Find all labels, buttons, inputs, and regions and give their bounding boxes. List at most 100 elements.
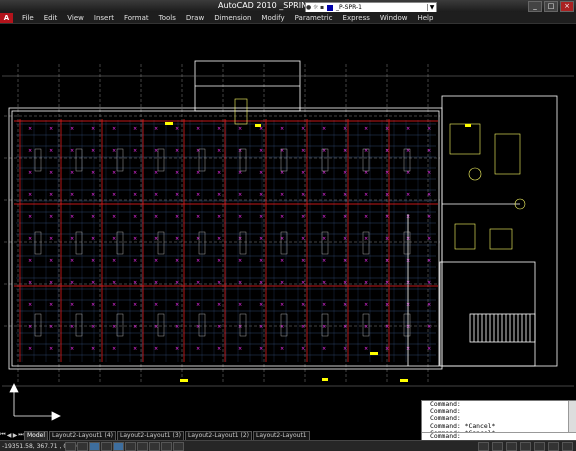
tab-layout-2[interactable]: Layout2-Layout1 (2): [185, 430, 253, 440]
dyn-toggle[interactable]: [149, 441, 160, 451]
svg-text:×: ×: [133, 236, 137, 242]
lock-icon[interactable]: ▪: [320, 4, 326, 11]
annotation-scale-button[interactable]: [534, 441, 545, 451]
menu-window[interactable]: Window: [375, 14, 413, 22]
snap-toggle[interactable]: [65, 441, 76, 451]
svg-text:×: ×: [196, 324, 200, 330]
svg-text:×: ×: [343, 302, 347, 308]
otrack-toggle[interactable]: [125, 441, 136, 451]
svg-text:×: ×: [154, 126, 158, 132]
svg-text:×: ×: [70, 236, 74, 242]
coordinate-readout[interactable]: -19351.58, 367.71 , 0.00: [0, 443, 77, 450]
svg-text:×: ×: [427, 148, 431, 154]
svg-text:×: ×: [364, 302, 368, 308]
svg-text:×: ×: [112, 126, 116, 132]
model-space-button[interactable]: [478, 441, 489, 451]
svg-text:×: ×: [301, 302, 305, 308]
quick-view-layouts-button[interactable]: [492, 441, 503, 451]
tab-layout-4[interactable]: Layout2-Layout1 (4): [49, 430, 117, 440]
svg-text:×: ×: [343, 148, 347, 154]
autocad-logo-icon[interactable]: A: [0, 12, 13, 23]
svg-text:×: ×: [259, 192, 263, 198]
svg-text:×: ×: [301, 280, 305, 286]
layer-dropdown-arrow[interactable]: ▼: [427, 4, 436, 11]
column-grid-lines: [4, 64, 440, 384]
polar-toggle[interactable]: [101, 441, 112, 451]
sun-icon[interactable]: ☼: [313, 4, 319, 11]
workspace-gear-icon[interactable]: [548, 441, 559, 451]
svg-text:×: ×: [406, 192, 410, 198]
lightbulb-icon[interactable]: ●: [306, 4, 312, 11]
menu-help[interactable]: Help: [412, 14, 438, 22]
svg-text:×: ×: [112, 258, 116, 264]
svg-text:×: ×: [364, 126, 368, 132]
menu-express[interactable]: Express: [338, 14, 375, 22]
menu-draw[interactable]: Draw: [181, 14, 209, 22]
svg-text:×: ×: [364, 280, 368, 286]
svg-text:×: ×: [91, 258, 95, 264]
svg-text:×: ×: [133, 170, 137, 176]
drawing-canvas[interactable]: × × × × × × × × × × × × × × × × × × × × × × × × × × × × × × × × × × × × × × × ×…: [0, 24, 576, 429]
svg-text:×: ×: [112, 170, 116, 176]
svg-text:×: ×: [49, 192, 53, 198]
menu-parametric[interactable]: Parametric: [290, 14, 338, 22]
osnap-toggle[interactable]: [113, 441, 124, 451]
tab-layout-1[interactable]: Layout2-Layout1: [253, 430, 310, 440]
tab-model[interactable]: Model: [24, 430, 49, 440]
maximize-button[interactable]: □: [544, 1, 558, 12]
svg-text:×: ×: [154, 148, 158, 154]
menu-dimension[interactable]: Dimension: [209, 14, 256, 22]
svg-text:×: ×: [301, 126, 305, 132]
command-input[interactable]: Command:: [422, 432, 576, 440]
svg-text:×: ×: [133, 324, 137, 330]
svg-text:×: ×: [364, 346, 368, 352]
svg-text:×: ×: [364, 258, 368, 264]
svg-text:×: ×: [28, 302, 32, 308]
ducs-toggle[interactable]: [137, 441, 148, 451]
svg-text:×: ×: [238, 192, 242, 198]
tab-layout-3[interactable]: Layout2-Layout1 (3): [117, 430, 185, 440]
pan-icon[interactable]: [506, 441, 517, 451]
svg-text:×: ×: [133, 214, 137, 220]
minimize-button[interactable]: _: [528, 1, 542, 12]
svg-text:×: ×: [28, 258, 32, 264]
svg-text:×: ×: [70, 324, 74, 330]
svg-text:×: ×: [238, 126, 242, 132]
svg-text:×: ×: [259, 170, 263, 176]
svg-text:×: ×: [28, 148, 32, 154]
menu-edit[interactable]: Edit: [39, 14, 63, 22]
menu-modify[interactable]: Modify: [256, 14, 289, 22]
ortho-toggle[interactable]: [89, 441, 100, 451]
svg-text:×: ×: [259, 258, 263, 264]
svg-text:×: ×: [259, 236, 263, 242]
svg-text:×: ×: [91, 214, 95, 220]
svg-text:×: ×: [70, 280, 74, 286]
svg-text:×: ×: [154, 214, 158, 220]
svg-text:×: ×: [280, 192, 284, 198]
svg-text:×: ×: [70, 148, 74, 154]
close-button[interactable]: ×: [560, 1, 574, 12]
menu-insert[interactable]: Insert: [89, 14, 119, 22]
svg-text:×: ×: [280, 258, 284, 264]
menu-tools[interactable]: Tools: [154, 14, 181, 22]
command-scrollbar[interactable]: [568, 401, 576, 433]
clean-screen-button[interactable]: [562, 441, 573, 451]
svg-text:×: ×: [259, 324, 263, 330]
svg-text:×: ×: [175, 236, 179, 242]
menu-format[interactable]: Format: [119, 14, 154, 22]
layout-tab-bar: ⏮ ◀ ▶ ⏭ Model Layout2-Layout1 (4) Layout…: [0, 430, 421, 440]
svg-text:×: ×: [70, 192, 74, 198]
svg-text:×: ×: [70, 214, 74, 220]
menu-view[interactable]: View: [62, 14, 89, 22]
svg-text:×: ×: [217, 346, 221, 352]
svg-text:×: ×: [49, 346, 53, 352]
quick-properties-toggle[interactable]: [173, 441, 184, 451]
svg-text:×: ×: [112, 346, 116, 352]
svg-text:×: ×: [175, 170, 179, 176]
svg-text:×: ×: [112, 148, 116, 154]
menu-file[interactable]: File: [17, 14, 39, 22]
lineweight-toggle[interactable]: [161, 441, 172, 451]
zoom-icon[interactable]: [520, 441, 531, 451]
command-window[interactable]: Command: Command: Command: Command: *Can…: [421, 400, 576, 440]
grid-toggle[interactable]: [77, 441, 88, 451]
